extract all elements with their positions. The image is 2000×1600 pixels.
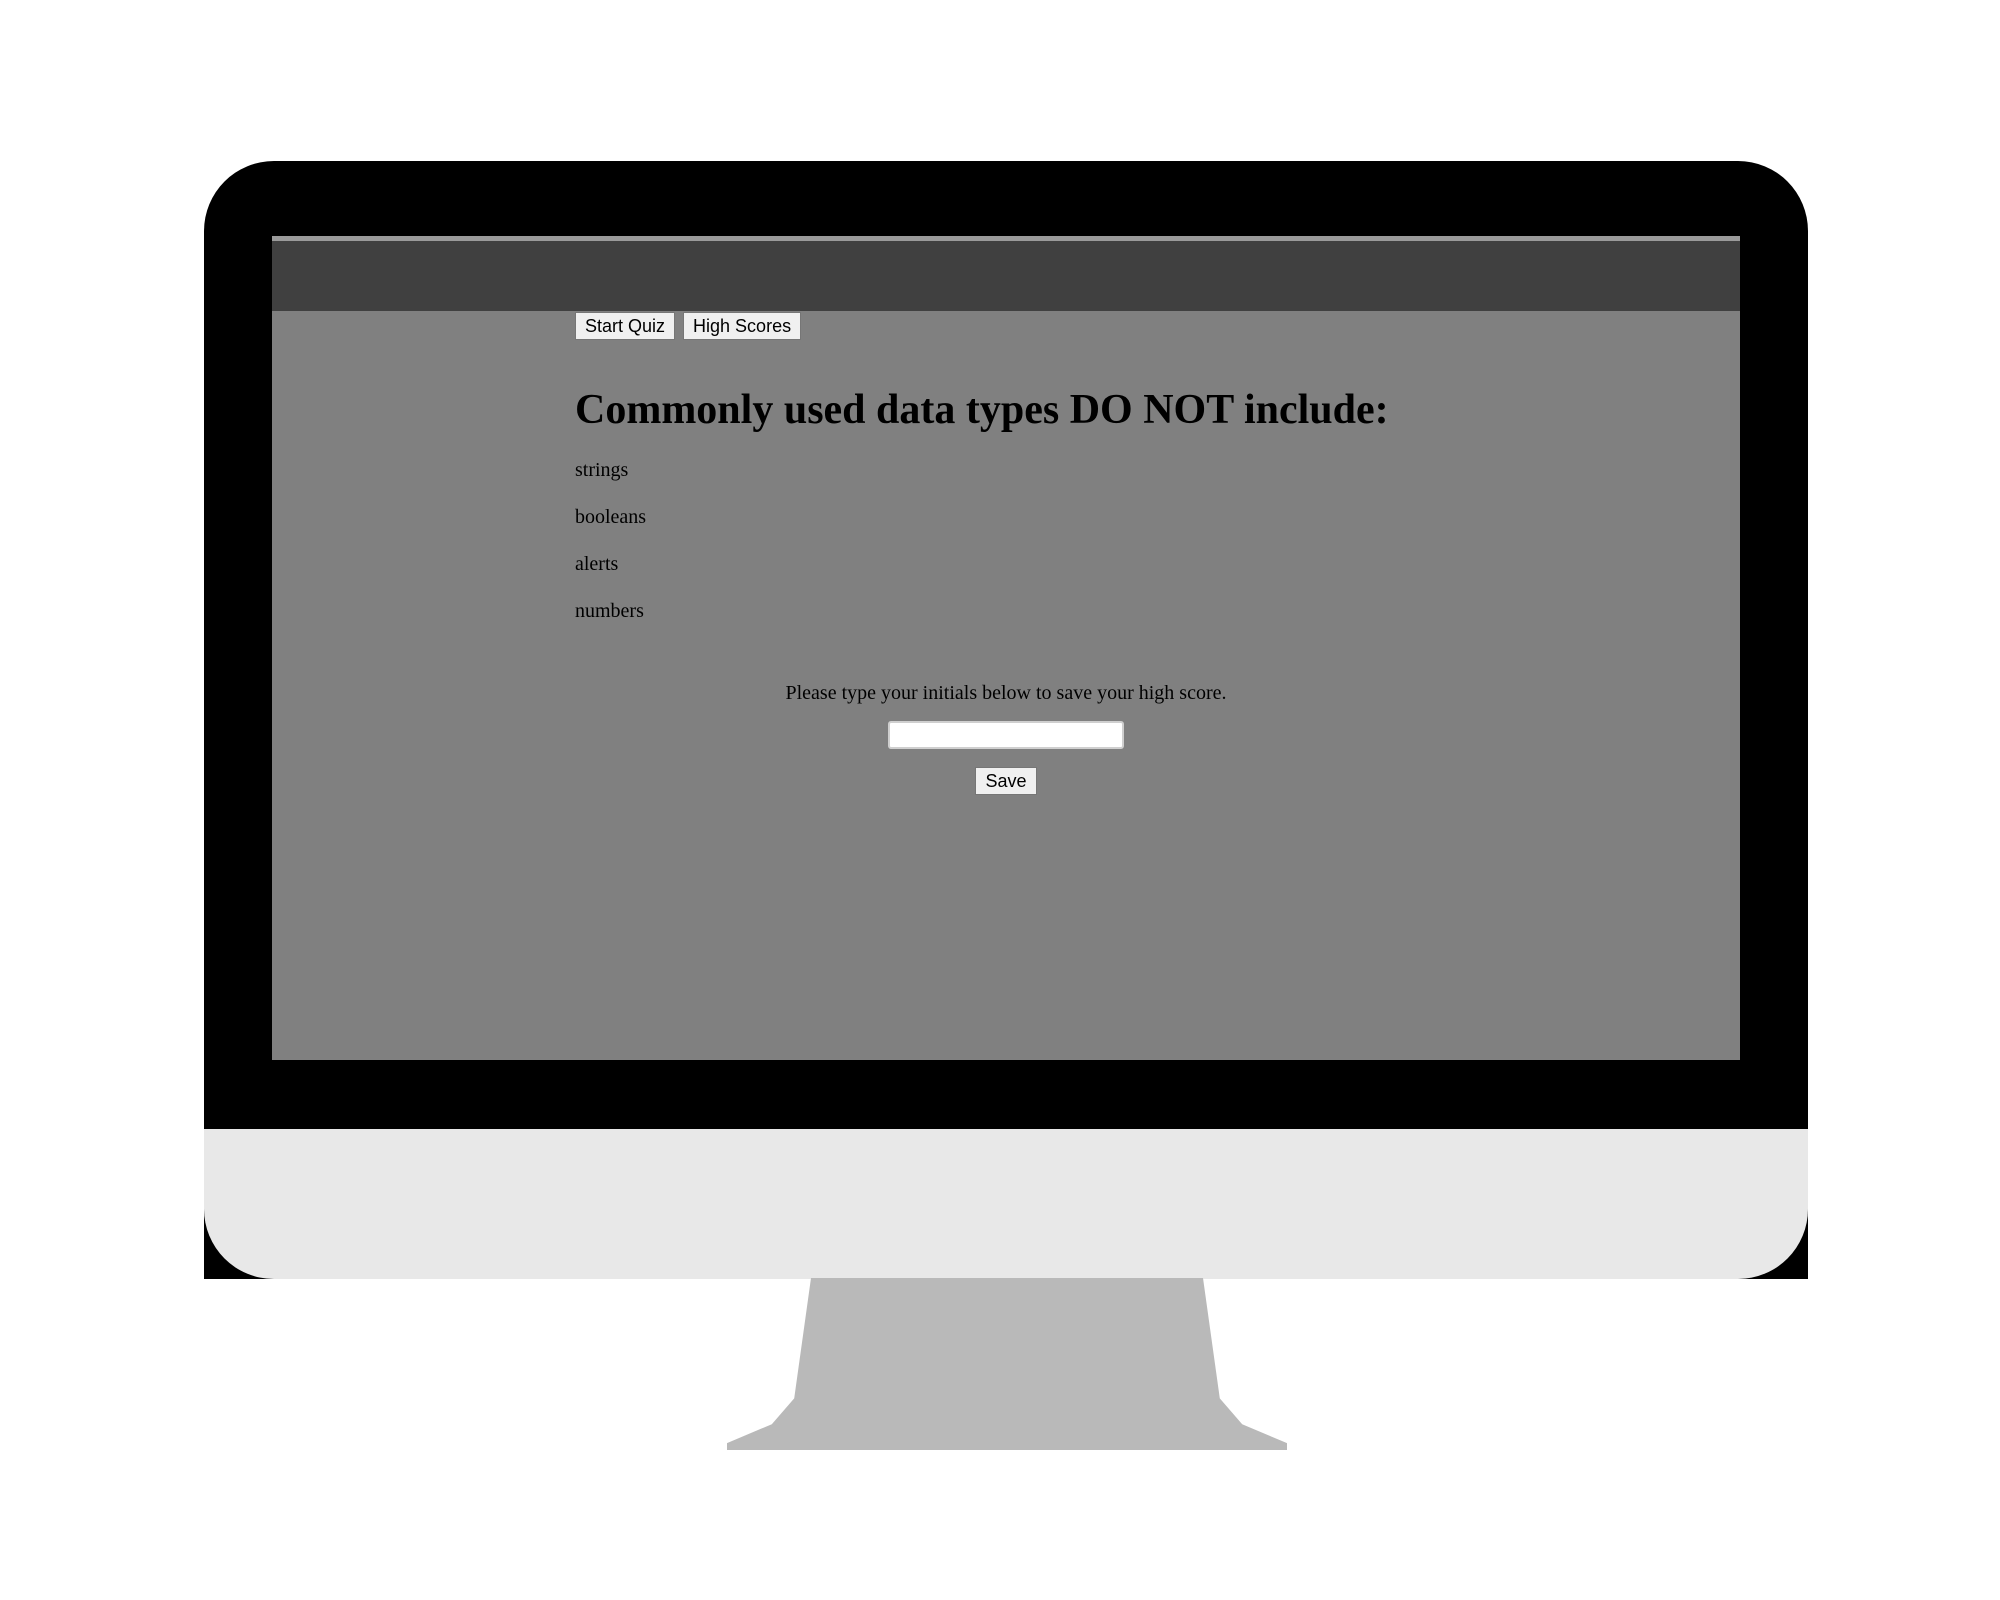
choice-list: strings booleans alerts numbers	[575, 458, 1575, 646]
high-scores-button[interactable]: High Scores	[683, 312, 802, 340]
choice-item-alerts[interactable]: alerts	[575, 552, 1575, 599]
monitor-chin	[204, 1129, 1808, 1279]
header-bar	[272, 241, 1740, 311]
save-button[interactable]: Save	[975, 767, 1037, 795]
choice-item-booleans[interactable]: booleans	[575, 505, 1575, 552]
start-quiz-button[interactable]: Start Quiz	[575, 312, 676, 340]
save-score-form: Please type your initials below to save …	[272, 681, 1740, 795]
monitor-stand-base	[727, 1440, 1287, 1450]
save-prompt: Please type your initials below to save …	[785, 682, 1227, 704]
choice-item-strings[interactable]: strings	[575, 458, 1575, 505]
initials-input[interactable]	[888, 721, 1124, 749]
choice-item-numbers[interactable]: numbers	[575, 599, 1575, 646]
browser-viewport: Start Quiz High Scores Commonly used dat…	[272, 236, 1740, 1060]
monitor-stand	[727, 1278, 1287, 1450]
question-title: Commonly used data types DO NOT include:	[575, 387, 1389, 433]
quiz-content: Start Quiz High Scores Commonly used dat…	[575, 312, 1575, 646]
nav-buttons: Start Quiz High Scores	[575, 312, 1575, 340]
monitor-mockup: Start Quiz High Scores Commonly used dat…	[0, 0, 2000, 1600]
